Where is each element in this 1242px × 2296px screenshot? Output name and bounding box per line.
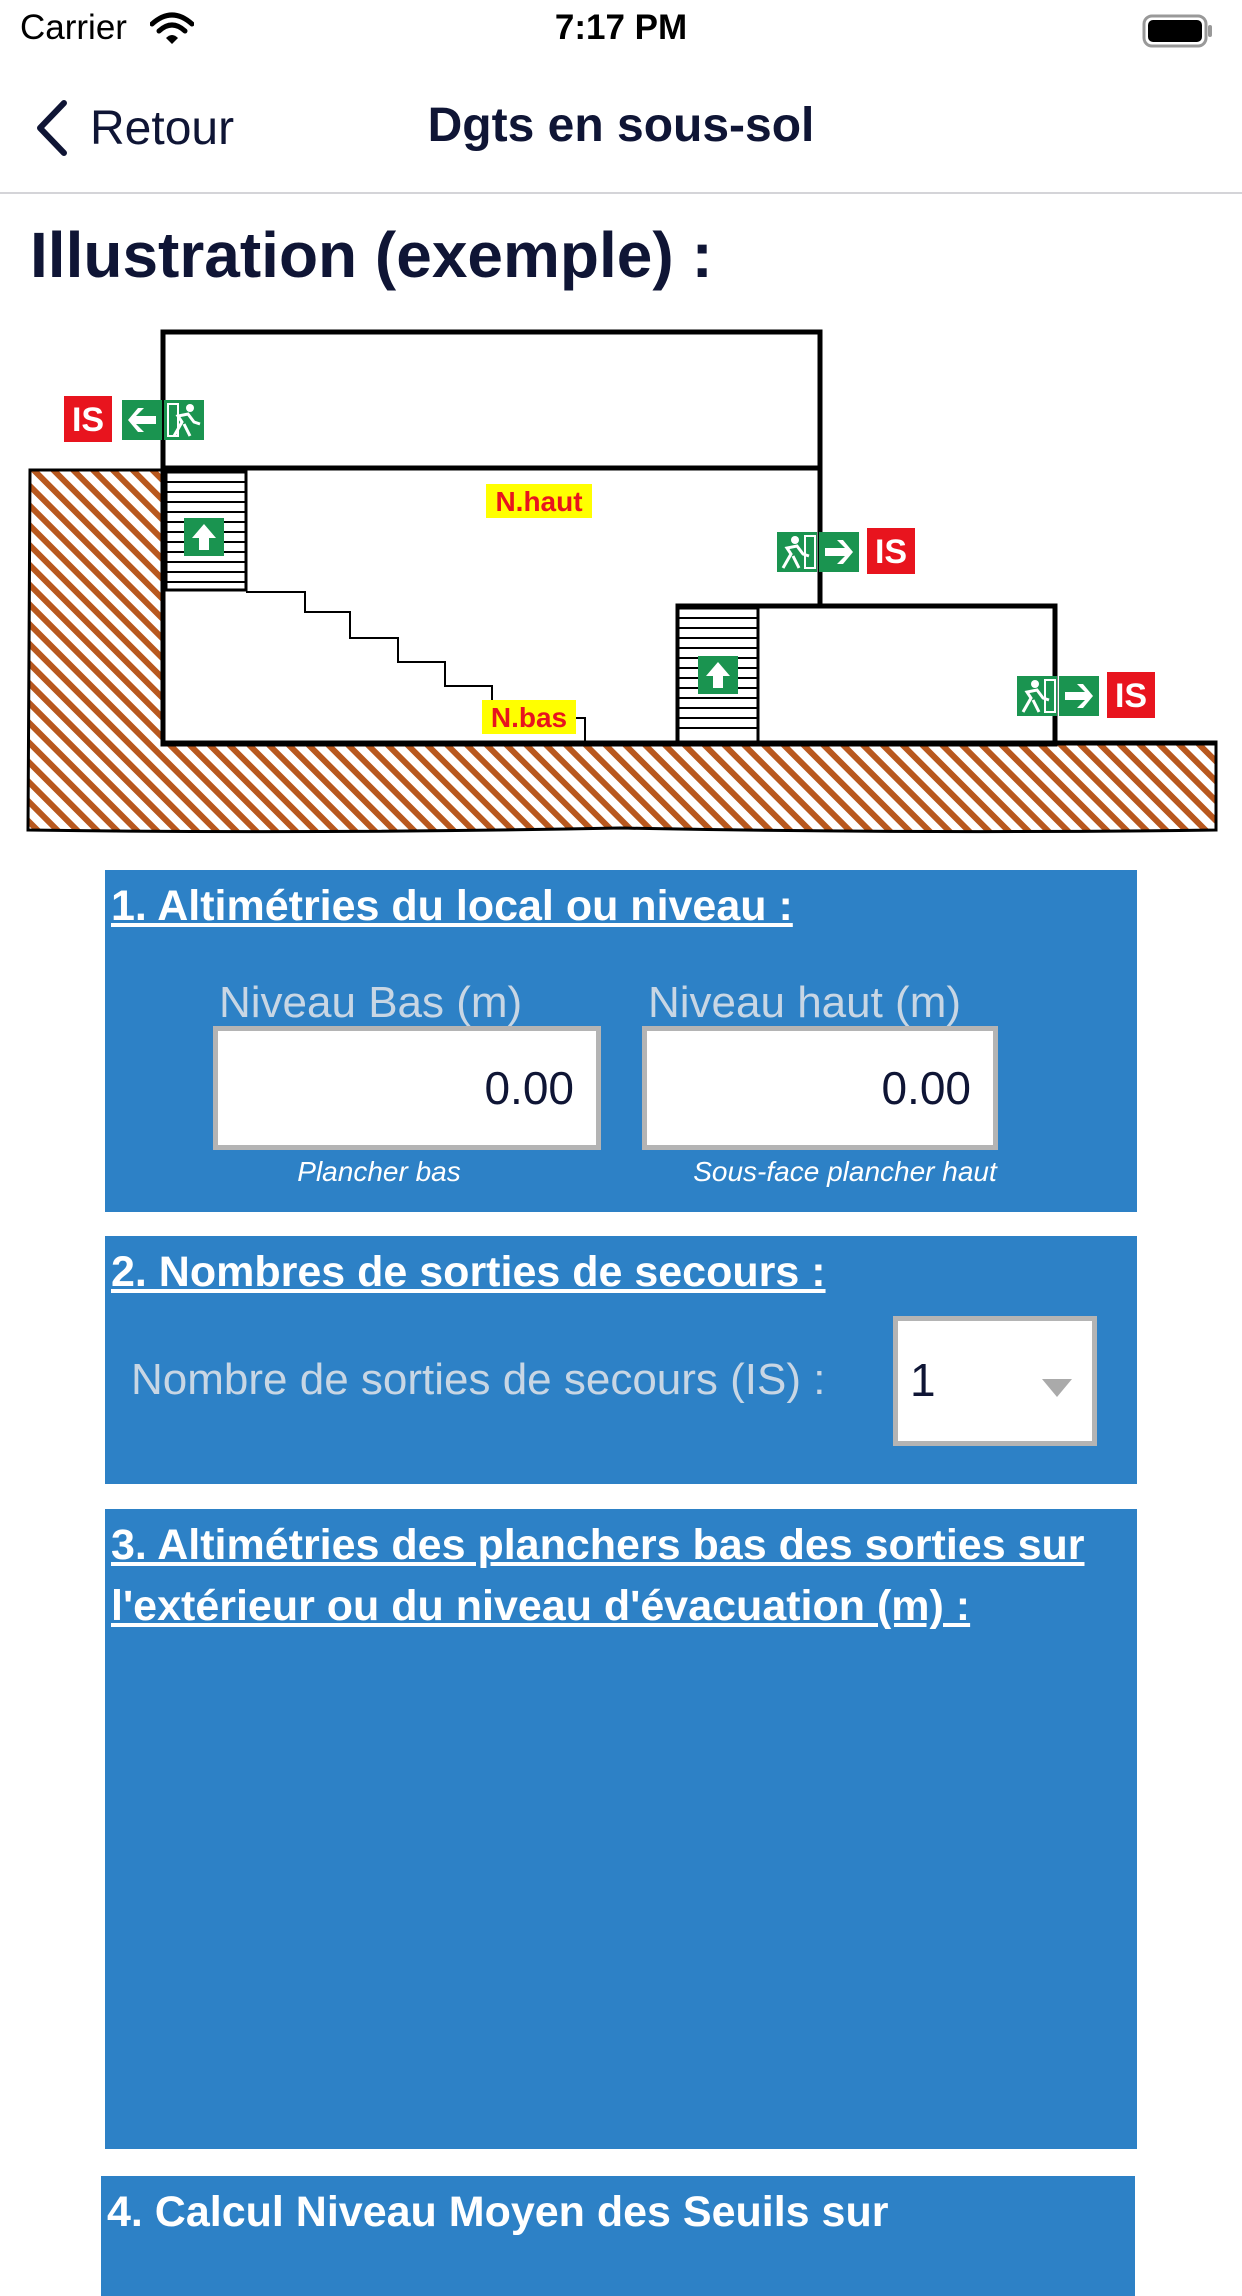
- exit-sign-middle: IS: [777, 528, 915, 574]
- nombre-sorties-select[interactable]: 1: [893, 1316, 1097, 1446]
- battery-icon: [1142, 14, 1212, 48]
- section3-heading: 3. Altimétries des planchers bas des sor…: [111, 1521, 1085, 1630]
- status-bar: Carrier 7:17 PM: [0, 0, 1242, 62]
- section-altimetries-local: 1. Altimétries du local ou niveau : Nive…: [105, 870, 1137, 1212]
- svg-text:IS: IS: [72, 401, 104, 439]
- selected-value: 1: [910, 1354, 936, 1406]
- section-altimetries-sorties: 3. Altimétries des planchers bas des sor…: [105, 1509, 1137, 2149]
- section-calcul-niveau-moyen: 4. Calcul Niveau Moyen des Seuils sur: [101, 2176, 1135, 2296]
- section2-heading: 2. Nombres de sorties de secours :: [111, 1248, 826, 1296]
- right-staircase: [676, 606, 760, 744]
- upper-floor: [160, 329, 823, 471]
- exit-sign-right: IS: [1017, 672, 1155, 718]
- niveau-bas-input[interactable]: [213, 1026, 601, 1150]
- dropdown-caret-icon: [1042, 1379, 1072, 1397]
- section1-heading: 1. Altimétries du local ou niveau :: [111, 882, 793, 930]
- niveau-bas-label: Niveau Bas (m): [219, 978, 523, 1027]
- niveau-haut-input[interactable]: [642, 1026, 998, 1150]
- nav-title: Dgts en sous-sol: [427, 99, 815, 152]
- exit-sign-top-left: IS: [64, 396, 204, 442]
- svg-text:IS: IS: [875, 533, 907, 571]
- svg-text:IS: IS: [1115, 677, 1147, 715]
- building-cross-section-illustration: N.haut N.bas IS IS IS: [26, 329, 1218, 834]
- clock: 7:17 PM: [554, 8, 688, 47]
- illustration-title: Illustration (exemple) :: [30, 219, 713, 291]
- nombre-sorties-label: Nombre de sorties de secours (IS) :: [131, 1355, 826, 1404]
- label-n-haut: N.haut: [495, 486, 582, 517]
- niveau-haut-hint: Sous-face plancher haut: [693, 1156, 997, 1187]
- label-n-bas: N.bas: [491, 702, 567, 733]
- niveau-haut-label: Niveau haut (m): [648, 978, 962, 1027]
- left-staircase: [164, 470, 248, 592]
- niveau-bas-hint: Plancher bas: [297, 1156, 461, 1187]
- section-nombre-sorties: 2. Nombres de sorties de secours : Nombr…: [105, 1236, 1137, 1484]
- section4-heading: 4. Calcul Niveau Moyen des Seuils sur: [107, 2188, 889, 2236]
- navigation-bar: Retour Dgts en sous-sol: [0, 62, 1242, 194]
